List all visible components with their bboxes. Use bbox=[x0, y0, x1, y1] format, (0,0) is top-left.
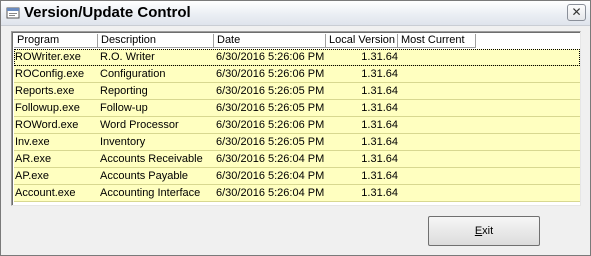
cell-description: Accounting Interface bbox=[100, 187, 201, 199]
cell-description: R.O. Writer bbox=[100, 51, 155, 63]
table-row[interactable]: Inv.exe Inventory 6/30/2016 5:26:05 PM 1… bbox=[14, 134, 580, 151]
cell-program: AP.exe bbox=[15, 170, 50, 182]
cell-program: Followup.exe bbox=[15, 102, 80, 114]
column-header-date[interactable]: Date bbox=[214, 34, 326, 48]
cell-program: Inv.exe bbox=[15, 136, 50, 148]
cell-description: Accounts Payable bbox=[100, 170, 189, 182]
column-header-local-version[interactable]: Local Version bbox=[326, 34, 398, 48]
cell-date: 6/30/2016 5:26:04 PM bbox=[216, 153, 325, 165]
cell-local-version: 1.31.64 bbox=[361, 153, 398, 165]
cell-program: ROConfig.exe bbox=[15, 68, 85, 80]
cell-date: 6/30/2016 5:26:05 PM bbox=[216, 102, 325, 114]
exit-button[interactable]: Exit bbox=[428, 216, 540, 246]
cell-date: 6/30/2016 5:26:04 PM bbox=[216, 170, 325, 182]
column-header-most-current[interactable]: Most Current bbox=[398, 34, 476, 48]
column-header-program[interactable]: Program bbox=[14, 34, 98, 48]
cell-program: ROWord.exe bbox=[15, 119, 79, 131]
cell-local-version: 1.31.64 bbox=[361, 136, 398, 148]
table-row[interactable]: ROConfig.exe Configuration 6/30/2016 5:2… bbox=[14, 66, 580, 83]
app-window-icon bbox=[6, 7, 20, 19]
cell-local-version: 1.31.64 bbox=[361, 102, 398, 114]
table-row[interactable]: AR.exe Accounts Receivable 6/30/2016 5:2… bbox=[14, 151, 580, 168]
table-row[interactable]: Account.exe Accounting Interface 6/30/20… bbox=[14, 185, 580, 202]
cell-date: 6/30/2016 5:26:05 PM bbox=[216, 85, 325, 97]
exit-label-rest: xit bbox=[482, 225, 494, 237]
cell-date: 6/30/2016 5:26:06 PM bbox=[216, 119, 325, 131]
cell-description: Inventory bbox=[100, 136, 146, 148]
program-list[interactable]: Program Description Date Local Version M… bbox=[11, 31, 581, 206]
cell-local-version: 1.31.64 bbox=[361, 68, 398, 80]
cell-date: 6/30/2016 5:26:06 PM bbox=[216, 51, 325, 63]
list-header: Program Description Date Local Version M… bbox=[14, 34, 580, 49]
table-row[interactable]: Followup.exe Follow-up 6/30/2016 5:26:05… bbox=[14, 100, 580, 117]
cell-description: Accounts Receivable bbox=[100, 153, 203, 165]
cell-program: AR.exe bbox=[15, 153, 52, 165]
close-icon: ✕ bbox=[571, 5, 582, 19]
version-update-window: Version/Update Control ✕ Program Descrip… bbox=[0, 0, 591, 256]
close-button[interactable]: ✕ bbox=[567, 4, 586, 21]
cell-local-version: 1.31.64 bbox=[361, 85, 398, 97]
cell-program: Reports.exe bbox=[15, 85, 75, 97]
cell-local-version: 1.31.64 bbox=[361, 51, 398, 63]
cell-local-version: 1.31.64 bbox=[361, 187, 398, 199]
cell-description: Reporting bbox=[100, 85, 148, 97]
table-row[interactable]: ROWriter.exe R.O. Writer 6/30/2016 5:26:… bbox=[14, 49, 580, 66]
cell-local-version: 1.31.64 bbox=[361, 119, 398, 131]
table-row[interactable]: AP.exe Accounts Payable 6/30/2016 5:26:0… bbox=[14, 168, 580, 185]
column-header-description[interactable]: Description bbox=[98, 34, 214, 48]
table-row[interactable]: Reports.exe Reporting 6/30/2016 5:26:05 … bbox=[14, 83, 580, 100]
cell-description: Follow-up bbox=[100, 102, 148, 114]
cell-date: 6/30/2016 5:26:05 PM bbox=[216, 136, 325, 148]
cell-description: Configuration bbox=[100, 68, 166, 80]
table-row[interactable]: ROWord.exe Word Processor 6/30/2016 5:26… bbox=[14, 117, 580, 134]
cell-description: Word Processor bbox=[100, 119, 179, 131]
cell-date: 6/30/2016 5:26:04 PM bbox=[216, 187, 325, 199]
cell-date: 6/30/2016 5:26:06 PM bbox=[216, 68, 325, 80]
cell-program: Account.exe bbox=[15, 187, 76, 199]
title-bar[interactable]: Version/Update Control ✕ bbox=[1, 1, 590, 26]
cell-program: ROWriter.exe bbox=[15, 51, 81, 63]
window-title: Version/Update Control bbox=[24, 4, 191, 21]
cell-local-version: 1.31.64 bbox=[361, 170, 398, 182]
